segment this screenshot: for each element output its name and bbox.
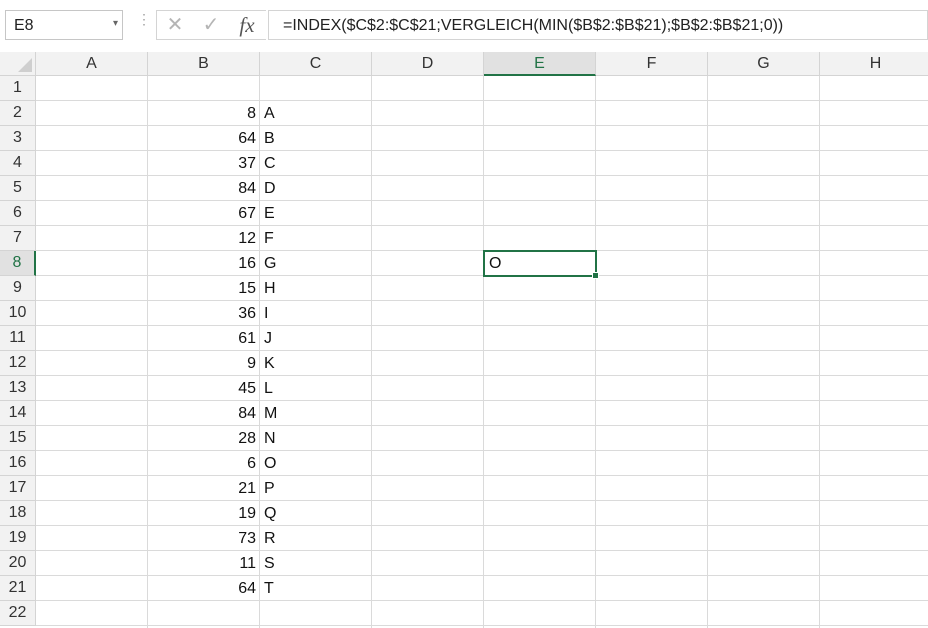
cell-c17[interactable]: P [260,476,372,501]
column-header-d[interactable]: D [372,52,484,76]
row-header-3[interactable]: 3 [0,126,36,151]
cell-c6[interactable]: E [260,201,372,226]
cell-b7[interactable]: 12 [148,226,260,251]
fill-handle[interactable] [592,272,599,279]
formula-text: =INDEX($C$2:$C$21;VERGLEICH(MIN($B$2:$B$… [283,17,784,34]
column-header-b[interactable]: B [148,52,260,76]
cell-b3[interactable]: 64 [148,126,260,151]
formula-buttons: ✕ ✓ fx [156,10,266,40]
row-header-5[interactable]: 5 [0,176,36,201]
cell-c5[interactable]: D [260,176,372,201]
cancel-icon[interactable]: ✕ [163,14,187,36]
cell-c4[interactable]: C [260,151,372,176]
cell-b10[interactable]: 36 [148,301,260,326]
enter-icon[interactable]: ✓ [199,14,223,36]
cell-b5[interactable]: 84 [148,176,260,201]
formula-bar-area: E8 ▾ ⋮ ✕ ✓ fx =INDEX($C$2:$C$21;VERGLEIC… [0,0,928,52]
column-header-g[interactable]: G [708,52,820,76]
row-header-16[interactable]: 16 [0,451,36,476]
active-cell-value: O [489,255,502,272]
row-header-13[interactable]: 13 [0,376,36,401]
gridline-vertical [707,76,708,628]
cell-b13[interactable]: 45 [148,376,260,401]
cell-c18[interactable]: Q [260,501,372,526]
row-header-19[interactable]: 19 [0,526,36,551]
name-box[interactable]: E8 ▾ [5,10,123,40]
cell-area[interactable]: 8 64 37 84 67 12 16 15 36 61 9 45 84 28 6 21 19 73 11 64 A B C… [36,76,928,628]
row-header-15[interactable]: 15 [0,426,36,451]
row-header-4[interactable]: 4 [0,151,36,176]
spreadsheet-grid: ABCDEFGH 1 2 3 4 5 6 7 8 9 10 11 12 13 14 15 16 17 18 19 20… [0,52,928,628]
cell-b9[interactable]: 15 [148,276,260,301]
row-header-22[interactable]: 22 [0,601,36,626]
column-header-f[interactable]: F [596,52,708,76]
insert-function-icon[interactable]: fx [233,14,261,36]
cell-b18[interactable]: 19 [148,501,260,526]
cell-c13[interactable]: L [260,376,372,401]
cell-c11[interactable]: J [260,326,372,351]
drag-handle-icon[interactable]: ⋮ [137,12,151,34]
cell-c12[interactable]: K [260,351,372,376]
cell-c14[interactable]: M [260,401,372,426]
select-all-icon [18,58,32,72]
cell-b19[interactable]: 73 [148,526,260,551]
row-header-6[interactable]: 6 [0,201,36,226]
gridline-vertical [819,76,820,628]
column-header-e[interactable]: E [484,52,596,76]
cell-b2[interactable]: 8 [148,101,260,126]
row-header-17[interactable]: 17 [0,476,36,501]
cell-b14[interactable]: 84 [148,401,260,426]
cell-b6[interactable]: 67 [148,201,260,226]
cell-c3[interactable]: B [260,126,372,151]
cell-c19[interactable]: R [260,526,372,551]
row-header-7[interactable]: 7 [0,226,36,251]
row-header-1[interactable]: 1 [0,76,36,101]
formula-input[interactable]: =INDEX($C$2:$C$21;VERGLEICH(MIN($B$2:$B$… [268,10,928,40]
cell-b21[interactable]: 64 [148,576,260,601]
cell-b12[interactable]: 9 [148,351,260,376]
column-header-h[interactable]: H [820,52,928,76]
cell-b20[interactable]: 11 [148,551,260,576]
select-all-button[interactable] [0,52,36,76]
active-cell-e8[interactable]: O [483,250,599,279]
row-header-9[interactable]: 9 [0,276,36,301]
cell-c15[interactable]: N [260,426,372,451]
column-header-c[interactable]: C [260,52,372,76]
gridline-vertical [483,76,484,628]
cell-b4[interactable]: 37 [148,151,260,176]
cell-b11[interactable]: 61 [148,326,260,351]
cell-c20[interactable]: S [260,551,372,576]
cell-c9[interactable]: H [260,276,372,301]
row-header-18[interactable]: 18 [0,501,36,526]
row-header-2[interactable]: 2 [0,101,36,126]
row-header-20[interactable]: 20 [0,551,36,576]
row-header-8[interactable]: 8 [0,251,36,276]
row-header-14[interactable]: 14 [0,401,36,426]
cell-c16[interactable]: O [260,451,372,476]
gridline-vertical [595,76,596,628]
cell-c10[interactable]: I [260,301,372,326]
cell-b8[interactable]: 16 [148,251,260,276]
cell-b16[interactable]: 6 [148,451,260,476]
row-header-10[interactable]: 10 [0,301,36,326]
row-header-12[interactable]: 12 [0,351,36,376]
cell-c7[interactable]: F [260,226,372,251]
row-header-11[interactable]: 11 [0,326,36,351]
cell-c8[interactable]: G [260,251,372,276]
cell-b15[interactable]: 28 [148,426,260,451]
chevron-down-icon[interactable]: ▾ [113,18,118,29]
cell-c21[interactable]: T [260,576,372,601]
row-header-21[interactable]: 21 [0,576,36,601]
name-box-value: E8 [14,17,34,34]
cell-b17[interactable]: 21 [148,476,260,501]
gridline-horizontal [36,625,928,626]
column-header-a[interactable]: A [36,52,148,76]
cell-c2[interactable]: A [260,101,372,126]
